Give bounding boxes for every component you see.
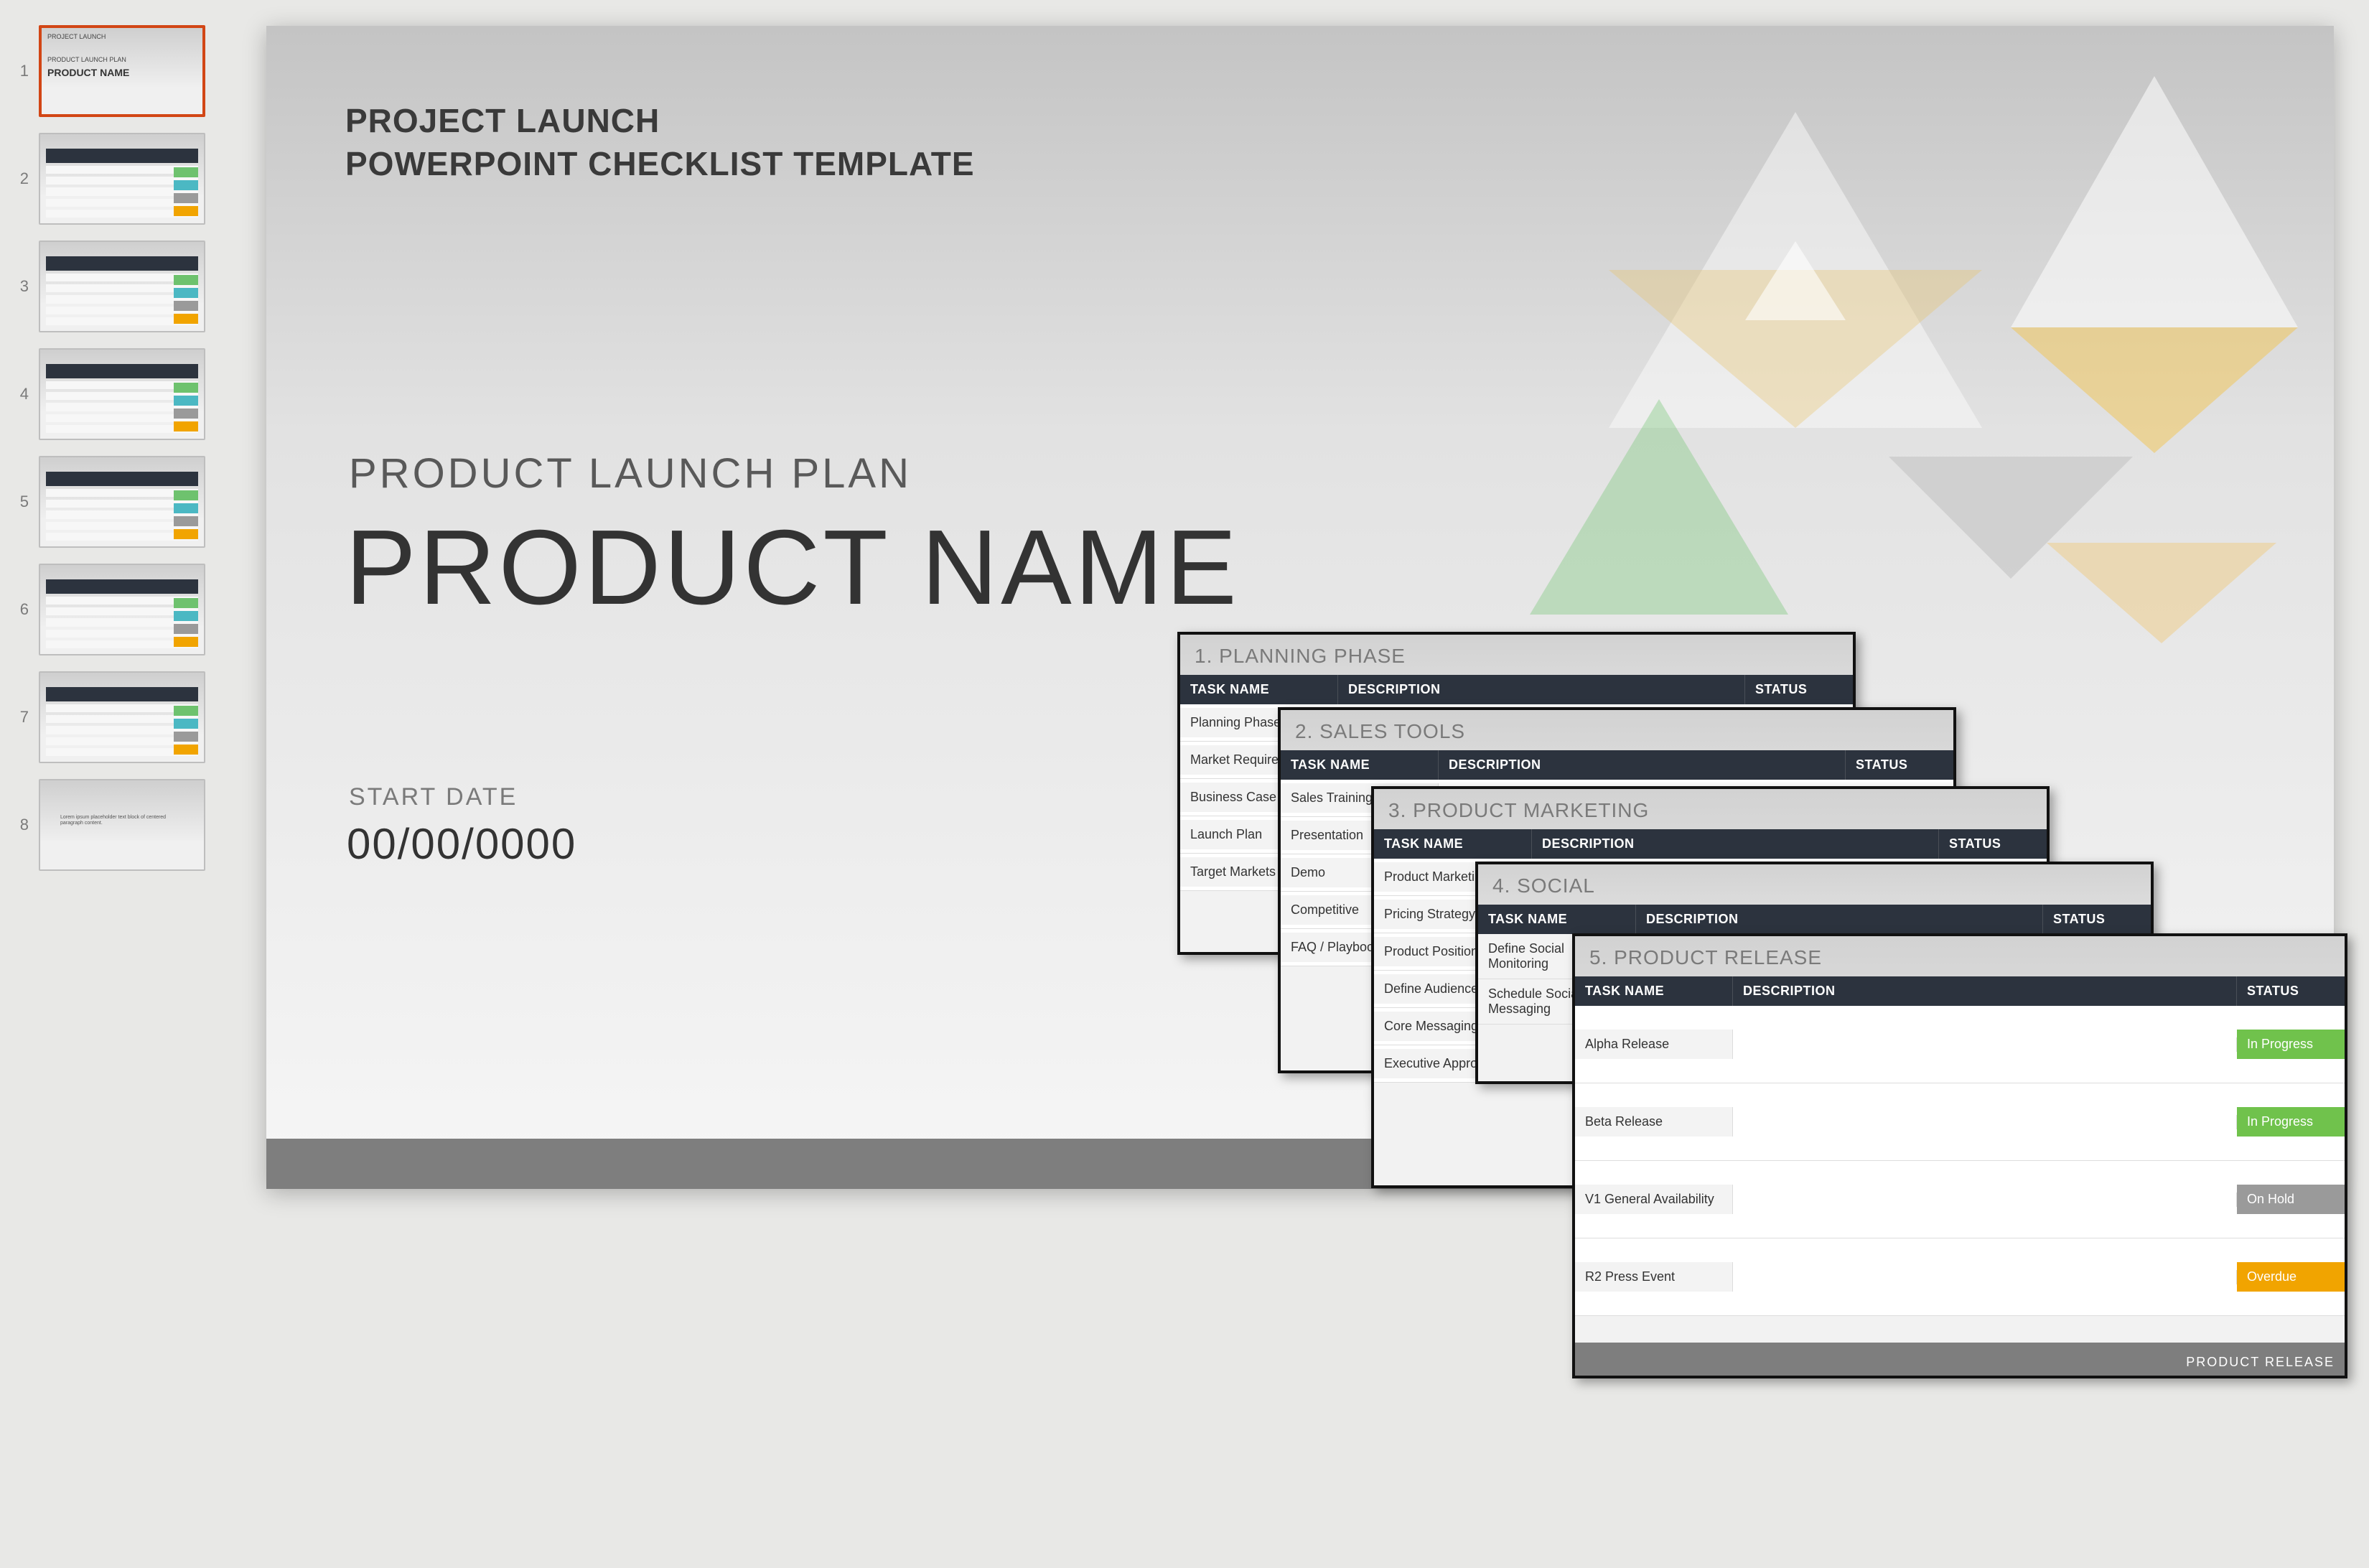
table-row: R2 Press Event Overdue xyxy=(1575,1238,2345,1316)
card-title: 3. PRODUCT MARKETING xyxy=(1374,789,2047,829)
triangle-icon xyxy=(2047,543,2276,643)
card-header-row: TASK NAMEDESCRIPTIONSTATUS xyxy=(1180,675,1853,704)
thumbnail-row: 5 xyxy=(13,456,228,548)
cell-status: Overdue xyxy=(2237,1262,2345,1292)
cell-status: In Progress xyxy=(2237,1030,2345,1059)
triangle-icon xyxy=(1609,112,1982,428)
start-date-value: 00/00/0000 xyxy=(347,819,576,869)
triangle-icon xyxy=(1609,270,1982,428)
card-header-row: TASK NAMEDESCRIPTIONSTATUS xyxy=(1575,976,2345,1006)
slide-title: PRODUCT NAME xyxy=(345,507,1240,629)
thumbnail-row: 6 xyxy=(13,564,228,655)
cell-task: Alpha Release xyxy=(1575,1030,1733,1059)
cell-task: V1 General Availability xyxy=(1575,1185,1733,1214)
start-date-label: START DATE xyxy=(349,783,518,811)
col-header-task: TASK NAME xyxy=(1180,675,1338,704)
thumbnail-number: 5 xyxy=(13,493,29,511)
cell-status: In Progress xyxy=(2237,1107,2345,1137)
col-header-desc: DESCRIPTION xyxy=(1439,750,1846,780)
slide-subtitle: PRODUCT LAUNCH PLAN xyxy=(349,449,912,498)
thumbnail-slide-7[interactable] xyxy=(39,671,205,763)
cell-desc xyxy=(1733,1037,2237,1052)
thumbnail-number: 7 xyxy=(13,708,29,727)
triangle-icon xyxy=(1530,399,1788,615)
thumbnail-row: 4 xyxy=(13,348,228,440)
cell-task: Beta Release xyxy=(1575,1107,1733,1137)
col-header-task: TASK NAME xyxy=(1281,750,1439,780)
app-root: 1PROJECT LAUNCHPRODUCT NAMEPRODUCT LAUNC… xyxy=(0,0,2369,1568)
thumbnail-number: 6 xyxy=(13,600,29,619)
col-header-status: STATUS xyxy=(1745,675,1853,704)
thumbnail-slide-8[interactable]: Lorem ipsum placeholder text block of ce… xyxy=(39,779,205,871)
slide-header-line1: PROJECT LAUNCH xyxy=(345,101,660,140)
thumbnail-slide-1[interactable]: PROJECT LAUNCHPRODUCT NAMEPRODUCT LAUNCH… xyxy=(39,25,205,117)
card-header-row: TASK NAMEDESCRIPTIONSTATUS xyxy=(1281,750,1953,780)
thumbnail-row: 3 xyxy=(13,241,228,332)
col-header-task: TASK NAME xyxy=(1575,976,1733,1006)
col-header-status: STATUS xyxy=(1939,829,2047,859)
card-body: Alpha Release In Progress Beta Release In P… xyxy=(1575,1006,2345,1316)
thumbnail-slide-2[interactable] xyxy=(39,133,205,225)
thumbnail-row: 2 xyxy=(13,133,228,225)
thumbnail-number: 8 xyxy=(13,816,29,834)
col-header-status: STATUS xyxy=(2043,905,2151,934)
table-row: V1 General Availability On Hold xyxy=(1575,1161,2345,1238)
cell-task: R2 Press Event xyxy=(1575,1262,1733,1292)
col-header-desc: DESCRIPTION xyxy=(1733,976,2237,1006)
table-row: Alpha Release In Progress xyxy=(1575,1006,2345,1083)
col-header-status: STATUS xyxy=(1846,750,1953,780)
card-footer-label: PRODUCT RELEASE xyxy=(2186,1355,2335,1370)
cell-desc xyxy=(1733,1270,2237,1284)
thumbnail-slide-6[interactable] xyxy=(39,564,205,655)
thumbnail-row: 1 PROJECT LAUNCHPRODUCT NAMEPRODUCT LAUNC… xyxy=(13,25,228,117)
thumbnail-panel: 1 PROJECT LAUNCHPRODUCT NAMEPRODUCT LAUNC… xyxy=(0,0,240,1568)
triangle-icon xyxy=(1889,457,2133,579)
col-header-desc: DESCRIPTION xyxy=(1636,905,2043,934)
card-title: 2. SALES TOOLS xyxy=(1281,710,1953,750)
thumbnail-slide-5[interactable] xyxy=(39,456,205,548)
thumbnail-number: 2 xyxy=(13,169,29,188)
card-title: 5. PRODUCT RELEASE xyxy=(1575,936,2345,976)
cell-desc xyxy=(1733,1115,2237,1129)
thumbnail-row: 7 xyxy=(13,671,228,763)
col-header-task: TASK NAME xyxy=(1478,905,1636,934)
col-header-task: TASK NAME xyxy=(1374,829,1532,859)
thumbnail-slide-3[interactable] xyxy=(39,241,205,332)
thumbnail-number: 1 xyxy=(13,62,29,80)
slide-header-line2: POWERPOINT CHECKLIST TEMPLATE xyxy=(345,144,975,183)
triangle-icon xyxy=(1745,241,1846,320)
thumbnail-row: 8 Lorem ipsum placeholder text block of c… xyxy=(13,779,228,871)
cell-status: On Hold xyxy=(2237,1185,2345,1214)
triangle-icon xyxy=(2011,76,2298,327)
card-title: 1. PLANNING PHASE xyxy=(1180,635,1853,675)
triangle-icon xyxy=(2011,327,2298,453)
cell-desc xyxy=(1733,1193,2237,1207)
slide-canvas: PROJECT LAUNCH POWERPOINT CHECKLIST TEMP… xyxy=(240,0,2369,1568)
thumbnail-number: 3 xyxy=(13,277,29,296)
table-row: Beta Release In Progress xyxy=(1575,1083,2345,1161)
col-header-desc: DESCRIPTION xyxy=(1338,675,1745,704)
mini-slide-card: 5. PRODUCT RELEASETASK NAMEDESCRIPTIONST… xyxy=(1572,933,2347,1378)
thumbnail-slide-4[interactable] xyxy=(39,348,205,440)
thumbnail-number: 4 xyxy=(13,385,29,403)
card-header-row: TASK NAMEDESCRIPTIONSTATUS xyxy=(1374,829,2047,859)
card-title: 4. SOCIAL xyxy=(1478,864,2151,905)
card-header-row: TASK NAMEDESCRIPTIONSTATUS xyxy=(1478,905,2151,934)
col-header-status: STATUS xyxy=(2237,976,2345,1006)
col-header-desc: DESCRIPTION xyxy=(1532,829,1939,859)
